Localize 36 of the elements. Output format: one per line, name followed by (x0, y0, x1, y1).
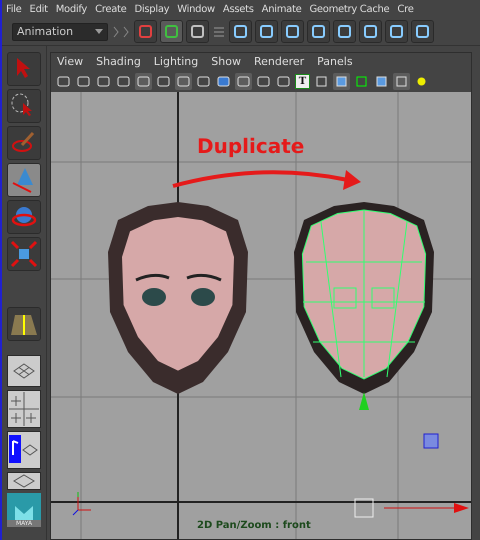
single-view-layout-button[interactable] (7, 355, 41, 387)
tool-button[interactable] (7, 307, 41, 341)
menu-item[interactable]: Assets (222, 4, 254, 14)
menu-item[interactable]: Display (134, 4, 170, 14)
panel-menu-item[interactable]: Lighting (154, 55, 198, 68)
menu-item[interactable]: Window (177, 4, 215, 14)
menu-set-dropdown[interactable]: Animation (12, 22, 108, 40)
panel-menu-item[interactable]: Panels (317, 55, 353, 68)
panel-menu-item[interactable]: Show (211, 55, 241, 68)
pivot-square-icon (354, 498, 374, 518)
axis-triad-icon (72, 492, 92, 516)
menu-item[interactable]: File (6, 4, 22, 14)
menu-item[interactable]: Animate (262, 4, 302, 14)
grid-plane-icon (12, 474, 36, 488)
scale-cube-icon (9, 239, 39, 269)
menu-item[interactable]: Create (95, 4, 126, 14)
menu-item[interactable]: Edit (30, 4, 48, 14)
menu-item[interactable]: Geometry Cache (309, 4, 390, 14)
panel-menu-item[interactable]: View (57, 55, 84, 68)
persp-layout-button[interactable] (7, 472, 41, 490)
panel-menu-item[interactable]: Shading (96, 55, 141, 68)
caret-icon (95, 29, 103, 34)
menu-item[interactable]: Modify (56, 4, 88, 14)
four-panes-icon (9, 392, 39, 426)
two-view-layout-button[interactable] (7, 431, 41, 469)
front-viewport[interactable]: Duplicate 2D Pan/Zoom : front (51, 92, 471, 539)
menu-item[interactable]: Cre (397, 4, 414, 14)
annotation-label: Duplicate (197, 134, 304, 158)
text-icon[interactable]: T (295, 74, 310, 88)
duplicate-arrow-icon (172, 170, 361, 190)
four-view-layout-button[interactable] (7, 390, 41, 428)
x-axis-arrow-icon (384, 503, 469, 513)
panel-menu-item[interactable]: Renderer (254, 55, 304, 68)
manipulator-square-icon (424, 434, 438, 448)
grid-plane-icon (12, 361, 36, 381)
hud-label: 2D Pan/Zoom : front (197, 520, 311, 531)
